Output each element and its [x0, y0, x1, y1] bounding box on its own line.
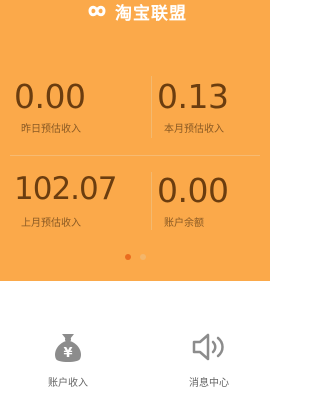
nav-message-center[interactable]: 消息中心 — [164, 327, 254, 392]
taobao-union-logo-icon — [88, 5, 106, 17]
stat-value: 102.07 — [14, 171, 117, 207]
stat-last-month-estimate[interactable]: 102.07 上月预估收入 — [0, 153, 135, 238]
stat-label: 本月预估收入 — [164, 124, 224, 135]
page-dot-1[interactable] — [124, 254, 131, 260]
divider-horizontal — [10, 155, 260, 156]
stat-account-balance[interactable]: 0.00 账户余额 — [135, 153, 270, 238]
money-bag-icon: ¥ — [55, 334, 81, 362]
stat-label: 昨日预估收入 — [21, 124, 81, 135]
speaker-icon — [192, 333, 224, 361]
stat-label: 上月预估收入 — [21, 218, 81, 229]
earnings-panel: 淘宝联盟 0.00 昨日预估收入 0.13 本月预估收入 102.07 上月预估… — [0, 0, 270, 281]
stat-label: 账户余额 — [164, 218, 204, 229]
stat-value: 0.00 — [157, 171, 229, 210]
divider-vertical-bottom — [151, 172, 152, 230]
app-title: 淘宝联盟 — [115, 3, 187, 24]
bottom-nav: ¥ 账户收入 消息中心 — [0, 281, 270, 400]
stat-value: 0.13 — [157, 77, 229, 116]
page-dot-2[interactable] — [139, 254, 146, 260]
nav-account-income[interactable]: ¥ 账户收入 — [23, 327, 113, 392]
app-logo: 淘宝联盟 — [0, 0, 270, 24]
nav-label: 消息中心 — [189, 378, 229, 389]
stats-grid: 0.00 昨日预估收入 0.13 本月预估收入 102.07 上月预估收入 0.… — [0, 59, 270, 229]
stat-month-estimate[interactable]: 0.13 本月预估收入 — [135, 59, 270, 144]
page-indicator — [0, 254, 270, 260]
divider-vertical-top — [151, 76, 152, 138]
svg-text:¥: ¥ — [63, 346, 72, 361]
stat-value: 0.00 — [14, 77, 86, 116]
nav-label: 账户收入 — [48, 378, 88, 389]
stat-yesterday-estimate[interactable]: 0.00 昨日预估收入 — [0, 59, 135, 144]
